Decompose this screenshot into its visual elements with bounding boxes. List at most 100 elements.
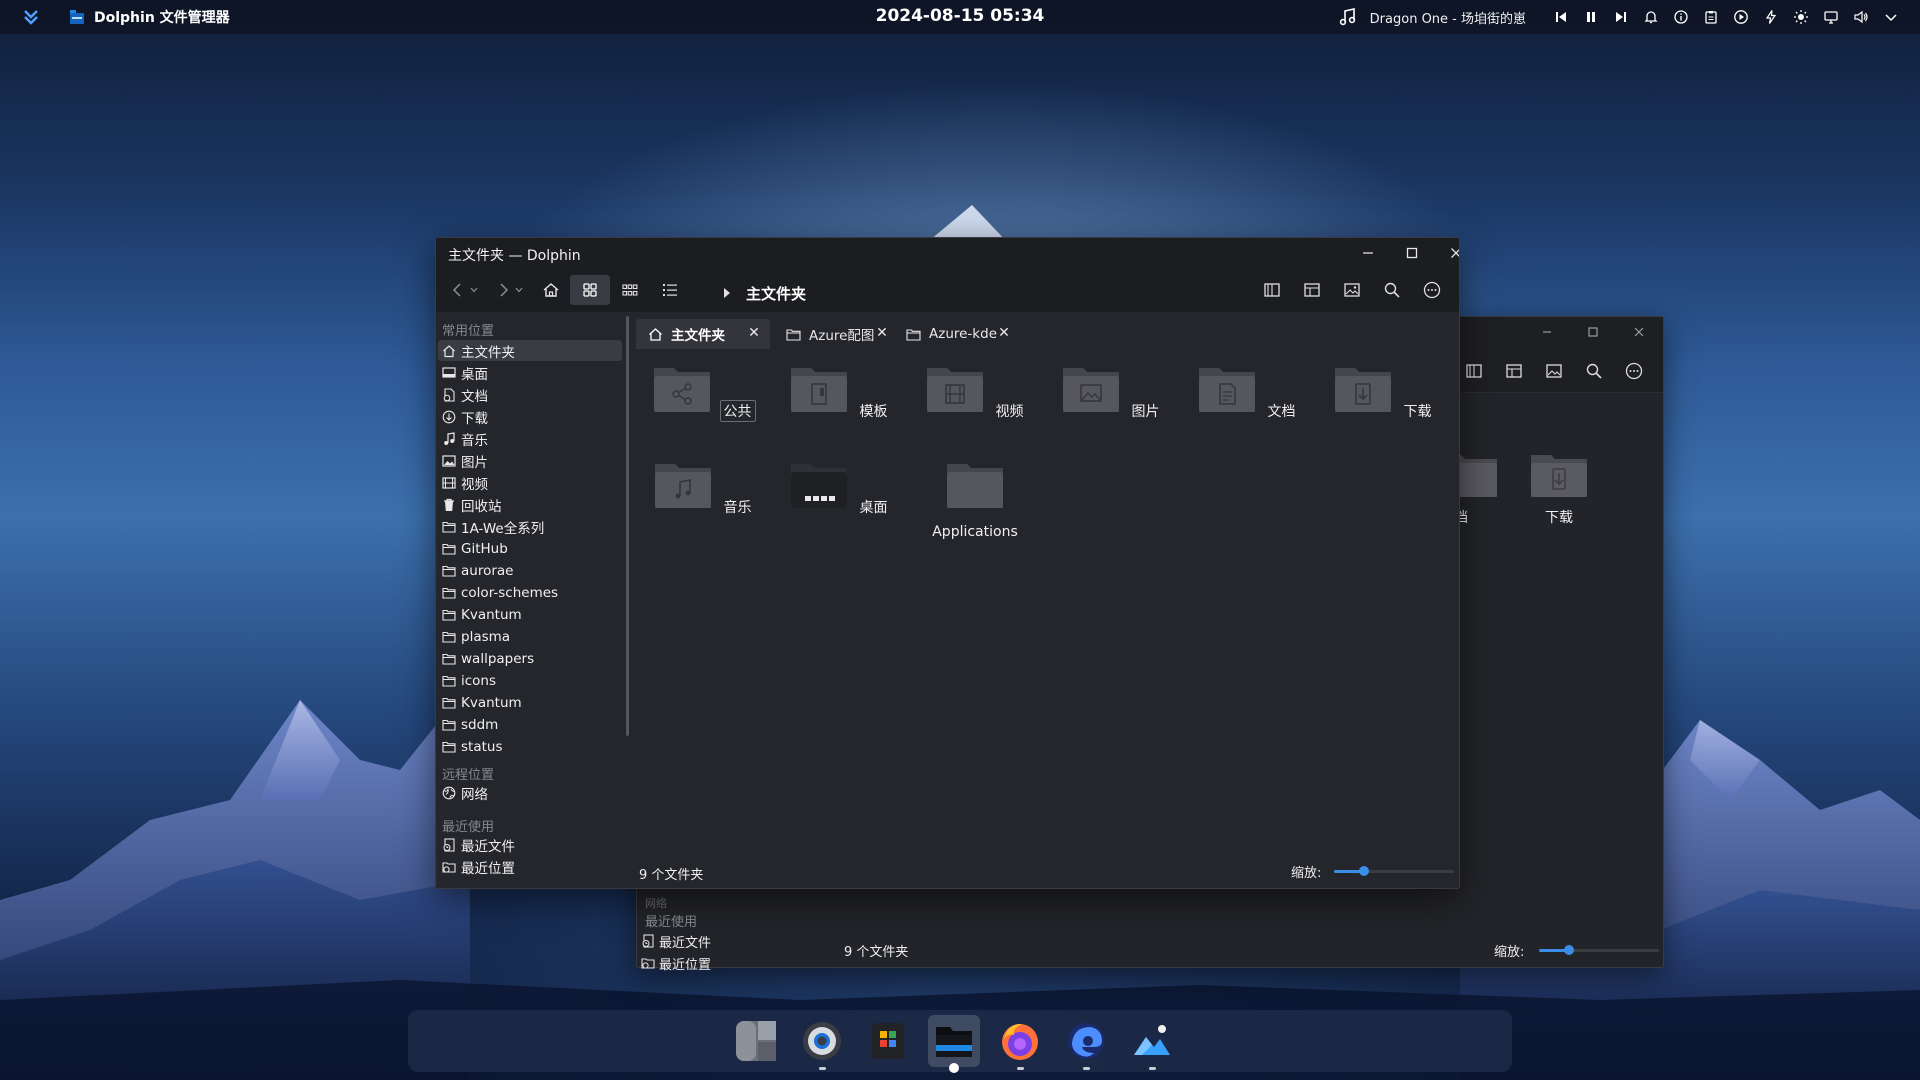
back-maximize-button[interactable] bbox=[1583, 322, 1603, 342]
file-view-area[interactable]: 主文件夹 ✕ Azure配图 ✕ Azure-kde ✕ 公共 模板 视频 图片… bbox=[632, 312, 1459, 888]
details-view-button[interactable] bbox=[656, 275, 684, 305]
sidebar-item-network[interactable]: 网络 bbox=[438, 782, 622, 803]
forward-history-dropdown[interactable] bbox=[512, 275, 526, 305]
folder-item-desktop[interactable]: 桌面 bbox=[784, 460, 894, 517]
tab-close-button[interactable]: ✕ bbox=[996, 325, 1012, 341]
folder-label: 下载 bbox=[1403, 404, 1432, 420]
folder-item-pictures[interactable]: 图片 bbox=[1056, 364, 1166, 421]
media-player-button[interactable] bbox=[1726, 0, 1756, 34]
sidebar-item-folder[interactable]: sddm bbox=[438, 714, 622, 735]
dock-system-settings[interactable] bbox=[796, 1015, 848, 1070]
dock-workspace-overview[interactable] bbox=[730, 1015, 782, 1067]
tab-close-button[interactable]: ✕ bbox=[746, 325, 762, 341]
tab-azure-images[interactable]: Azure配图 ✕ bbox=[774, 319, 890, 349]
sidebar-item-documents[interactable]: 文档 bbox=[438, 384, 622, 405]
breadcrumb-current[interactable]: 主文件夹 bbox=[746, 283, 806, 304]
system-tray-expand-button[interactable] bbox=[1876, 0, 1906, 34]
back-minimize-button[interactable] bbox=[1537, 322, 1557, 342]
info-icon bbox=[1674, 10, 1688, 24]
dropdown-arrow-icon bbox=[515, 287, 523, 293]
tab-close-button[interactable]: ✕ bbox=[874, 325, 890, 341]
back-panels-button[interactable] bbox=[1500, 357, 1528, 385]
sidebar-item-folder[interactable]: 1A-We全系列 bbox=[438, 516, 622, 537]
places-sidebar: 常用位置 主文件夹 桌面 文档 下载 音乐 图片 视频 回收站 1A-We全系列… bbox=[436, 312, 632, 888]
sidebar-item-folder[interactable]: aurorae bbox=[438, 560, 622, 581]
folder-item-documents[interactable]: 文档 bbox=[1192, 364, 1302, 421]
split-view-button[interactable] bbox=[1258, 275, 1286, 305]
sidebar-item-folder[interactable]: status bbox=[438, 736, 622, 757]
sidebar-item-folder[interactable]: Kvantum bbox=[438, 692, 622, 713]
sidebar-item-home[interactable]: 主文件夹 bbox=[438, 340, 622, 361]
back-zoom-handle[interactable] bbox=[1564, 945, 1574, 955]
sidebar-item-recent-files[interactable]: 最近文件 bbox=[438, 834, 622, 855]
zoom-slider-handle[interactable] bbox=[1359, 866, 1369, 876]
sidebar-item-pictures[interactable]: 图片 bbox=[438, 450, 622, 471]
dolphin-main-window[interactable]: 主文件夹 — Dolphin 主文件夹 常用位置 主文件夹 桌面 文档 下载 音… bbox=[435, 237, 1460, 889]
sidebar-item-folder[interactable]: Kvantum bbox=[438, 604, 622, 625]
sidebar-item-videos[interactable]: 视频 bbox=[438, 472, 622, 493]
minimize-button[interactable] bbox=[1348, 238, 1388, 268]
breadcrumb-arrow-icon[interactable] bbox=[724, 288, 730, 298]
compact-view-button[interactable] bbox=[616, 275, 644, 305]
display-config-button[interactable] bbox=[1816, 0, 1846, 34]
back-split-view-button[interactable] bbox=[1460, 357, 1488, 385]
search-button[interactable] bbox=[1378, 275, 1406, 305]
dock-dolphin[interactable] bbox=[928, 1015, 980, 1073]
hamburger-menu-button[interactable] bbox=[1418, 275, 1446, 305]
dock-edge-browser[interactable] bbox=[1060, 1015, 1112, 1070]
back-history-dropdown[interactable] bbox=[467, 275, 481, 305]
clipboard-button[interactable] bbox=[1696, 0, 1726, 34]
back-folder-item[interactable]: 下载 bbox=[1509, 449, 1609, 527]
info-button[interactable] bbox=[1666, 0, 1696, 34]
icons-view-button[interactable] bbox=[570, 275, 610, 305]
next-track-button[interactable] bbox=[1606, 0, 1636, 34]
dock-firefox[interactable] bbox=[994, 1015, 1046, 1070]
media-track-title[interactable]: Dragon One - 场垍街的崽 bbox=[1370, 8, 1526, 27]
pause-button[interactable] bbox=[1576, 0, 1606, 34]
zoom-slider[interactable] bbox=[1334, 866, 1454, 876]
volume-icon bbox=[1854, 10, 1868, 24]
sidebar-item-label: sddm bbox=[461, 716, 499, 733]
previous-track-button[interactable] bbox=[1546, 0, 1576, 34]
back-sidebar-item-recent-locations[interactable]: 最近位置 bbox=[641, 953, 711, 973]
sidebar-item-music[interactable]: 音乐 bbox=[438, 428, 622, 449]
sidebar-item-folder[interactable]: color-schemes bbox=[438, 582, 622, 603]
dock-app-store[interactable] bbox=[862, 1015, 914, 1067]
folder-item-music[interactable]: 音乐 bbox=[648, 460, 758, 517]
back-sidebar-item-recent-files[interactable]: 最近文件 bbox=[641, 931, 711, 951]
folder-item-public[interactable]: 公共 bbox=[648, 364, 758, 422]
sidebar-item-desktop[interactable]: 桌面 bbox=[438, 362, 622, 383]
power-management-button[interactable] bbox=[1756, 0, 1786, 34]
sidebar-item-downloads[interactable]: 下载 bbox=[438, 406, 622, 427]
back-status-text: 9 个文件夹 bbox=[844, 945, 909, 960]
sidebar-item-trash[interactable]: 回收站 bbox=[438, 494, 622, 515]
sidebar-item-folder[interactable]: GitHub bbox=[438, 538, 622, 559]
app-launcher-button[interactable] bbox=[20, 6, 42, 28]
folder-item-videos[interactable]: 视频 bbox=[920, 364, 1030, 421]
window-titlebar[interactable]: 主文件夹 — Dolphin bbox=[436, 238, 1459, 268]
maximize-button[interactable] bbox=[1392, 238, 1432, 268]
tab-azure-kde[interactable]: Azure-kde ✕ bbox=[894, 319, 1026, 349]
folder-item-downloads[interactable]: 下载 bbox=[1328, 364, 1438, 421]
sidebar-item-folder[interactable]: icons bbox=[438, 670, 622, 691]
brightness-button[interactable] bbox=[1786, 0, 1816, 34]
folder-item-templates[interactable]: 模板 bbox=[784, 364, 894, 421]
dock-image-viewer[interactable] bbox=[1126, 1015, 1178, 1070]
back-menu-button[interactable] bbox=[1620, 357, 1648, 385]
back-zoom-slider[interactable] bbox=[1539, 945, 1659, 955]
notifications-button[interactable] bbox=[1636, 0, 1666, 34]
preview-button[interactable] bbox=[1338, 275, 1366, 305]
sidebar-item-recent-locations[interactable]: 最近位置 bbox=[438, 856, 622, 877]
volume-button[interactable] bbox=[1846, 0, 1876, 34]
back-search-button[interactable] bbox=[1580, 357, 1608, 385]
back-preview-button[interactable] bbox=[1540, 357, 1568, 385]
close-button[interactable] bbox=[1436, 238, 1459, 268]
sidebar-scrollbar[interactable] bbox=[626, 316, 629, 736]
sidebar-item-folder[interactable]: wallpapers bbox=[438, 648, 622, 669]
tab-home[interactable]: 主文件夹 ✕ bbox=[636, 319, 770, 349]
panels-button[interactable] bbox=[1298, 275, 1326, 305]
sidebar-item-folder[interactable]: plasma bbox=[438, 626, 622, 647]
back-close-button[interactable] bbox=[1629, 322, 1649, 342]
folder-item-applications[interactable]: Applications bbox=[920, 460, 1030, 540]
home-button[interactable] bbox=[537, 275, 565, 305]
